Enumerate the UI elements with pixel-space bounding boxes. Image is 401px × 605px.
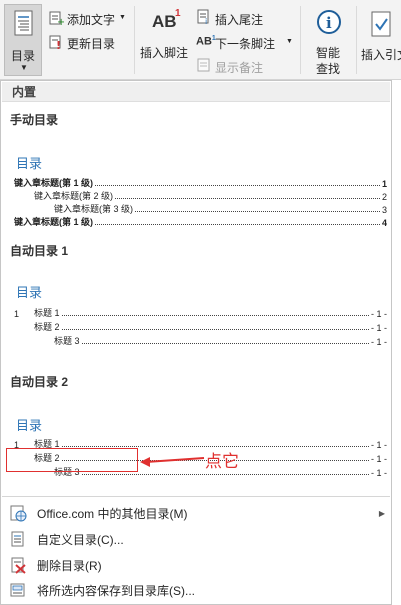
- toc-template-manual[interactable]: 手动目录 目录 键入章标题(第 1 级) 1 键入章标题(第 2 级) 2 键入章标…: [2, 103, 390, 233]
- gallery-group-title: 自动目录 2: [10, 375, 69, 389]
- add-text-button[interactable]: + 添加文字 ▼: [48, 8, 130, 28]
- toc-gallery-panel: 内置 手动目录 目录 键入章标题(第 1 级) 1 键入章标题(第 2 级) 2 键…: [0, 80, 392, 605]
- custom-toc-icon: [7, 529, 29, 549]
- highlight-box: [6, 448, 138, 472]
- endnote-icon: i: [197, 9, 209, 25]
- toc-preview-line: 标题 3- 1 -: [54, 336, 387, 347]
- ribbon-separator: [134, 6, 135, 74]
- insert-footnote-label: 插入脚注: [140, 46, 189, 60]
- insert-footnote-button[interactable]: AB 1 插入脚注: [138, 6, 194, 66]
- toc-preview-line: 键入章标题(第 3 级) 3: [54, 204, 387, 215]
- toc-preview-heading: 目录: [16, 418, 43, 433]
- remove-toc-label: 删除目录(R): [37, 558, 102, 573]
- update-toc-icon: !: [49, 35, 61, 50]
- custom-toc-label: 自定义目录(C)...: [37, 532, 124, 547]
- document-edge: [392, 80, 401, 605]
- lightbulb-icon: i: [317, 10, 341, 34]
- show-notes-label: 显示备注: [215, 61, 264, 75]
- gallery-group-title: 手动目录: [10, 113, 59, 127]
- more-tocs-label: Office.com 中的其他目录(M): [37, 506, 188, 521]
- insert-citation-label: 插入引文: [361, 48, 401, 62]
- office-online-icon: [7, 503, 29, 523]
- ribbon-separator: [300, 6, 301, 74]
- arrow-icon: [140, 457, 205, 467]
- save-selection-label: 将所选内容保存到目录库(S)...: [37, 583, 195, 598]
- next-footnote-button[interactable]: AB1 下一条脚注 ▼: [196, 32, 296, 52]
- citation-icon: [371, 11, 391, 37]
- toc-icon: [14, 10, 33, 36]
- toc-preview-line: 标题 2- 1 -: [34, 322, 387, 333]
- annotation-note: 点它: [205, 452, 239, 471]
- gallery-group-title: 自动目录 1: [10, 244, 69, 258]
- toc-preview-line: 键入章标题(第 1 级) 1: [14, 178, 387, 189]
- next-footnote-icon: AB1: [196, 35, 216, 48]
- next-footnote-label: 下一条脚注: [215, 37, 276, 51]
- toc-preview-heading: 目录: [16, 156, 43, 171]
- toc-preview-line: 键入章标题(第 1 级) 4: [14, 217, 387, 228]
- smart-lookup-label-2: 查找: [316, 62, 341, 76]
- menu-divider: [2, 496, 390, 497]
- remove-toc-menu-item[interactable]: 删除目录(R): [3, 553, 389, 577]
- update-toc-button[interactable]: ! 更新目录: [48, 32, 130, 52]
- add-text-label: 添加文字: [67, 13, 116, 27]
- show-notes-button[interactable]: 显示备注: [196, 56, 296, 76]
- section-header-builtin: 内置: [2, 82, 390, 102]
- chevron-down-icon: ▼: [20, 63, 28, 72]
- footnote-icon: AB: [152, 12, 177, 31]
- custom-toc-menu-item[interactable]: 自定义目录(C)...: [3, 527, 389, 551]
- footnote-superscript-icon: 1: [175, 8, 181, 19]
- toc-template-auto-2[interactable]: 自动目录 2 目录 1 标题 1- 1 - 标题 2- 1 - 标题 3- 1 -: [2, 367, 390, 492]
- chevron-down-icon: ▼: [119, 14, 126, 21]
- insert-endnote-button[interactable]: i 插入尾注: [196, 8, 296, 28]
- toc-button[interactable]: 目录 ▼: [4, 4, 42, 76]
- remove-toc-icon: [7, 555, 29, 575]
- toc-preview-line: 键入章标题(第 2 级) 2: [34, 191, 387, 202]
- svg-text:i: i: [205, 17, 207, 25]
- chevron-right-icon: ▶: [378, 508, 385, 518]
- add-text-icon: +: [49, 11, 64, 26]
- show-notes-icon: [197, 58, 210, 72]
- svg-text:i: i: [326, 14, 332, 32]
- update-toc-label: 更新目录: [67, 37, 116, 51]
- chevron-down-icon: ▼: [286, 38, 293, 45]
- more-tocs-menu-item[interactable]: Office.com 中的其他目录(M) ▶: [3, 501, 389, 525]
- smart-lookup-label-1: 智能: [316, 46, 341, 60]
- svg-text:+: +: [57, 17, 64, 26]
- svg-text:!: !: [56, 39, 61, 50]
- save-selection-menu-item[interactable]: 将所选内容保存到目录库(S)...: [3, 578, 389, 602]
- ribbon-separator: [356, 6, 357, 74]
- save-to-gallery-icon: [7, 580, 29, 600]
- smart-lookup-button[interactable]: i 智能 查找: [306, 4, 352, 76]
- ribbon: 目录 ▼ + 添加文字 ▼ ! 更新目录 AB 1 插入脚注 i 插入尾注 AB…: [0, 0, 401, 80]
- toc-preview-heading: 目录: [16, 285, 43, 300]
- insert-endnote-label: 插入尾注: [215, 13, 264, 27]
- toc-preview-line: 1 标题 1- 1 -: [14, 308, 387, 319]
- insert-citation-button[interactable]: 插入引文: [358, 4, 401, 76]
- toc-template-auto-1[interactable]: 自动目录 1 目录 1 标题 1- 1 - 标题 2- 1 - 标题 3- 1 -: [2, 236, 390, 356]
- toc-button-label: 目录: [11, 49, 36, 63]
